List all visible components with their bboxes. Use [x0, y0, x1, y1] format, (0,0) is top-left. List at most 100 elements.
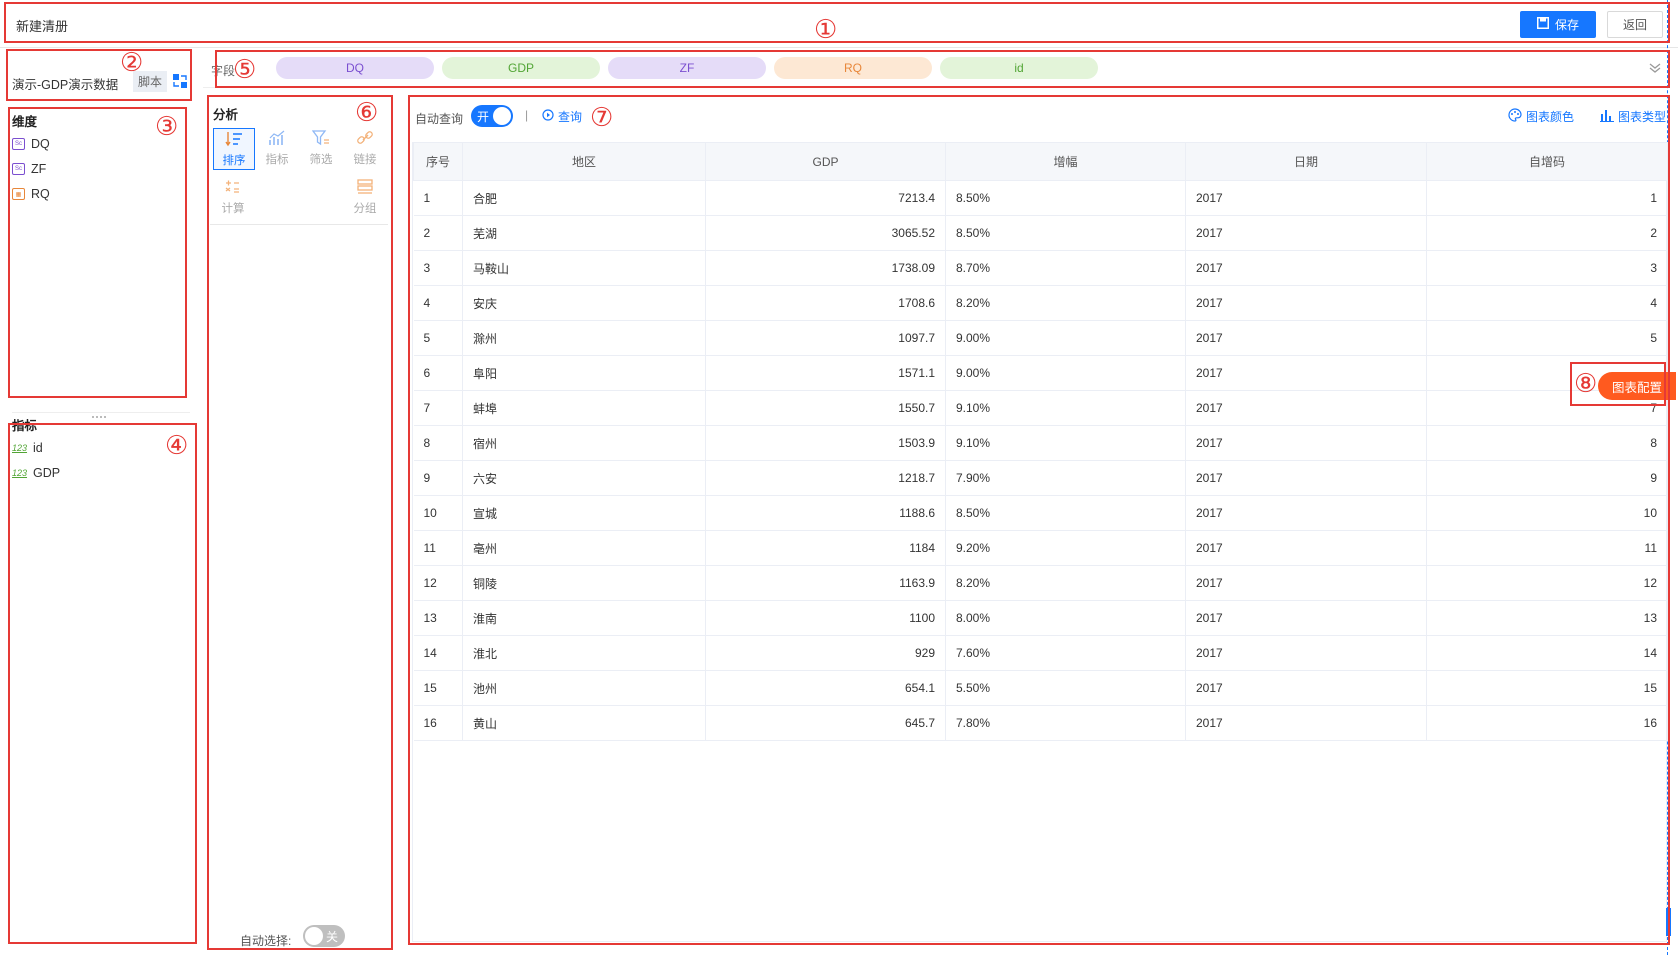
table-cell: 6	[413, 355, 463, 391]
table-row[interactable]: 8 宿州 1503.9 9.10% 2017 8	[413, 425, 1668, 461]
metric-tool-button[interactable]: 指标	[257, 128, 297, 168]
table-cell: 宿州	[462, 425, 706, 461]
table-row[interactable]: 2 芜湖 3065.52 8.50% 2017 2	[413, 215, 1668, 251]
table-cell: 7213.4	[705, 180, 946, 216]
field-chip-dq[interactable]: DQ	[276, 57, 434, 79]
scrollbar-thumb[interactable]	[1666, 908, 1671, 936]
column-header[interactable]: 增幅	[945, 142, 1186, 181]
table-cell: 7.80%	[945, 705, 1186, 741]
calculator-icon	[224, 179, 242, 200]
chart-color-button[interactable]: 图表颜色	[1508, 108, 1574, 125]
metric-item-id[interactable]: 123 id	[12, 441, 43, 455]
table-cell: 1738.09	[705, 250, 946, 286]
page-title: 新建清册	[16, 19, 69, 34]
table-cell: 16	[1426, 705, 1668, 741]
table-cell: 铜陵	[462, 565, 706, 601]
query-button[interactable]: 查询	[542, 108, 582, 125]
table-cell: 蚌埠	[462, 390, 706, 426]
annotation-number-1: ①	[814, 15, 838, 45]
table-row[interactable]: 7 蚌埠 1550.7 9.10% 2017 7	[413, 390, 1668, 426]
table-cell: 池州	[462, 670, 706, 706]
column-header[interactable]: 地区	[462, 142, 706, 181]
field-chip-id[interactable]: id	[940, 57, 1098, 79]
field-chip-gdp[interactable]: GDP	[442, 57, 600, 79]
resize-handle[interactable]	[92, 416, 106, 418]
sort-tool-button[interactable]: 排序	[213, 128, 255, 170]
annotation-number-4: ④	[165, 431, 189, 461]
auto-query-toggle[interactable]: 开	[471, 105, 513, 127]
field-chip-zf[interactable]: ZF	[608, 57, 766, 79]
filter-tool-button[interactable]: 筛选	[301, 128, 341, 168]
play-circle-icon	[542, 109, 554, 124]
annotation-number-3: ③	[155, 112, 179, 142]
toggle-knob	[305, 927, 323, 945]
column-header[interactable]: 序号	[413, 142, 463, 181]
table-row[interactable]: 4 安庆 1708.6 8.20% 2017 4	[413, 285, 1668, 321]
auto-select-toggle[interactable]: 关	[303, 925, 345, 947]
table-cell: 929	[705, 635, 946, 671]
chart-type-button[interactable]: 图表类型	[1600, 108, 1666, 125]
table-cell: 10	[1426, 495, 1668, 531]
column-header[interactable]: 日期	[1185, 142, 1427, 181]
table-row[interactable]: 1 合肥 7213.4 8.50% 2017 1	[413, 180, 1668, 216]
column-header[interactable]: GDP	[705, 142, 946, 181]
table-cell: 2017	[1185, 250, 1427, 286]
expand-chevron-icon[interactable]	[1648, 62, 1662, 77]
switch-dataset-icon[interactable]	[172, 73, 188, 89]
data-table: 序号 地区 GDP 增幅 日期 自增码 1 合肥 7213.4 8.50% 2017 1 2…	[413, 142, 1668, 741]
table-cell: 13	[1426, 600, 1668, 636]
table-cell: 15	[413, 670, 463, 706]
calculate-tool-button[interactable]: 计算	[213, 177, 253, 217]
table-cell: 六安	[462, 460, 706, 496]
table-cell: 芜湖	[462, 215, 706, 251]
table-cell: 15	[1426, 670, 1668, 706]
table-row[interactable]: 13 淮南 1100 8.00% 2017 13	[413, 600, 1668, 636]
table-row[interactable]: 14 淮北 929 7.60% 2017 14	[413, 635, 1668, 671]
table-cell: 7.90%	[945, 460, 1186, 496]
table-cell: 2017	[1185, 495, 1427, 531]
back-button[interactable]: 返回	[1607, 11, 1663, 38]
table-cell: 1571.1	[705, 355, 946, 391]
table-row[interactable]: 15 池州 654.1 5.50% 2017 15	[413, 670, 1668, 706]
dimension-item-dq[interactable]: Sc DQ	[12, 137, 50, 151]
table-cell: 3065.52	[705, 215, 946, 251]
palette-icon	[1508, 108, 1522, 125]
dimension-item-rq[interactable]: ▦ RQ	[12, 187, 50, 201]
table-cell: 11	[1426, 530, 1668, 566]
table-cell: 5	[1426, 320, 1668, 356]
table-row[interactable]: 10 宣城 1188.6 8.50% 2017 10	[413, 495, 1668, 531]
table-cell: 8.20%	[945, 285, 1186, 321]
link-icon	[356, 130, 374, 151]
table-cell: 14	[1426, 635, 1668, 671]
dataset-name[interactable]: 演示-GDP演示数据	[12, 74, 118, 93]
save-label: 保存	[1554, 18, 1579, 32]
table-cell: 1	[1426, 180, 1668, 216]
table-cell: 9.10%	[945, 390, 1186, 426]
table-cell: 8.00%	[945, 600, 1186, 636]
table-cell: 宣城	[462, 495, 706, 531]
table-cell: 1100	[705, 600, 946, 636]
metric-item-gdp[interactable]: 123 GDP	[12, 466, 60, 480]
table-header-row: 序号 地区 GDP 增幅 日期 自增码	[413, 142, 1668, 181]
table-row[interactable]: 11 亳州 1184 9.20% 2017 11	[413, 530, 1668, 566]
dimension-item-zf[interactable]: Sc ZF	[12, 162, 46, 176]
table-cell: 14	[413, 635, 463, 671]
calendar-type-icon: ▦	[12, 188, 25, 200]
metric-chart-icon	[268, 130, 286, 151]
field-chip-rq[interactable]: RQ	[774, 57, 932, 79]
table-row[interactable]: 5 滁州 1097.7 9.00% 2017 5	[413, 320, 1668, 356]
table-row[interactable]: 16 黄山 645.7 7.80% 2017 16	[413, 705, 1668, 741]
panel-divider	[12, 412, 190, 413]
table-row[interactable]: 9 六安 1218.7 7.90% 2017 9	[413, 460, 1668, 496]
table-cell: 4	[413, 285, 463, 321]
table-row[interactable]: 3 马鞍山 1738.09 8.70% 2017 3	[413, 250, 1668, 286]
annotation-number-8: ⑧	[1574, 369, 1598, 399]
group-tool-button[interactable]: 分组	[345, 177, 385, 217]
save-button[interactable]: 保存	[1520, 11, 1596, 38]
table-row[interactable]: 12 铜陵 1163.9 8.20% 2017 12	[413, 565, 1668, 601]
chart-config-button[interactable]: 图表配置	[1598, 372, 1676, 400]
link-tool-button[interactable]: 链接	[345, 128, 385, 168]
table-row[interactable]: 6 阜阳 1571.1 9.00% 2017	[413, 355, 1668, 391]
column-header[interactable]: 自增码	[1426, 142, 1668, 181]
fields-label: 字段	[211, 64, 236, 78]
